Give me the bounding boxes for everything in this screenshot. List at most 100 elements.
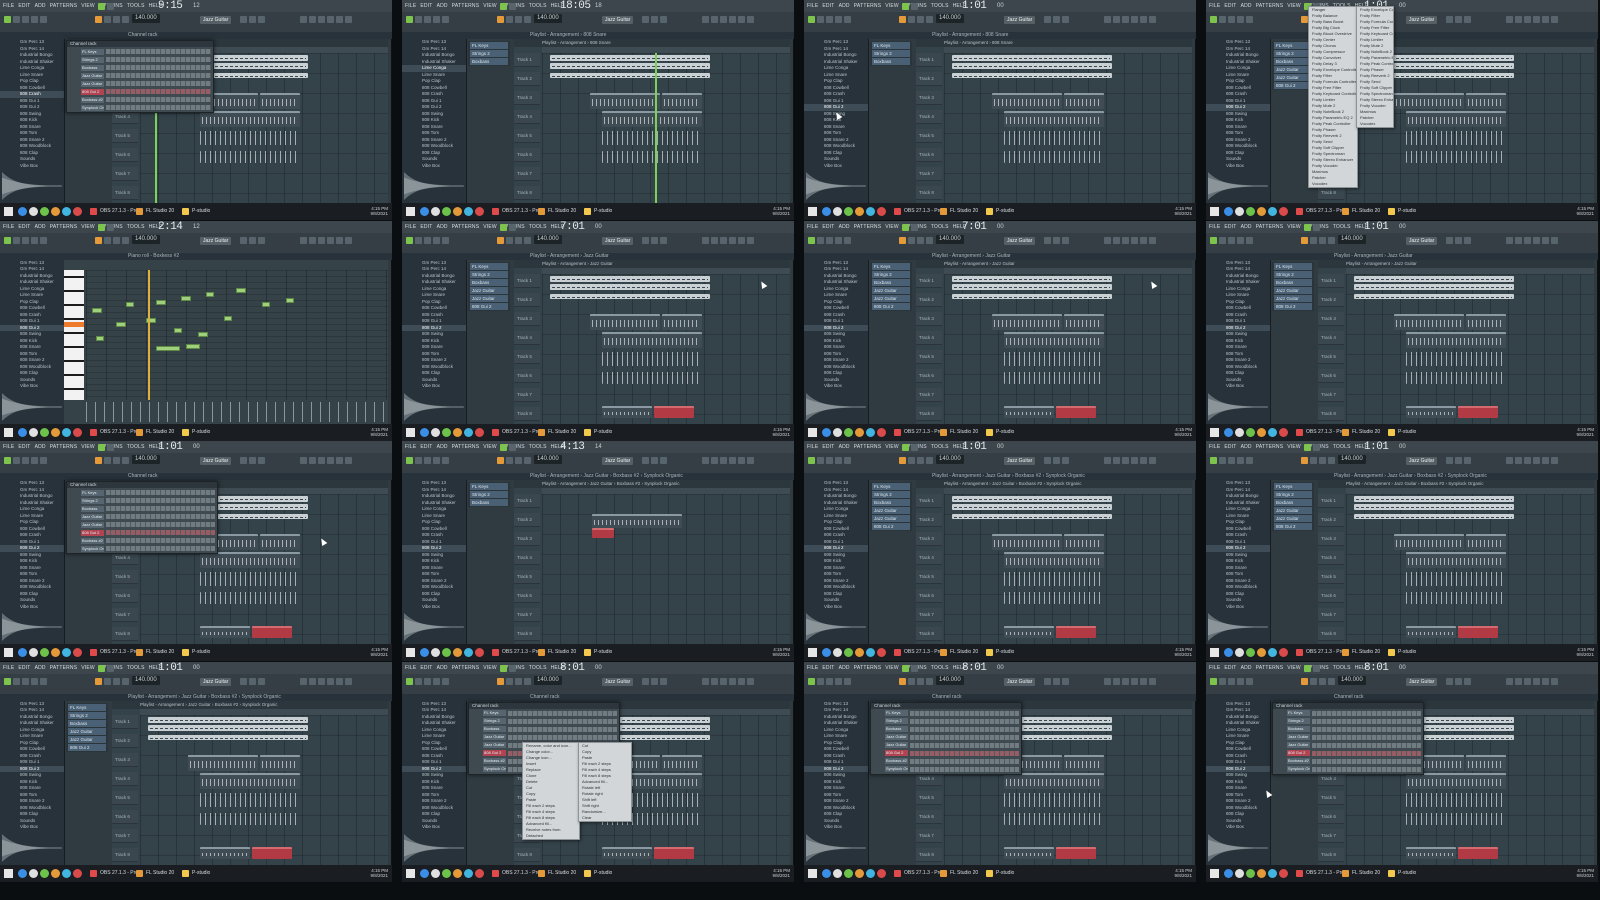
stop-button-icon[interactable] <box>509 664 516 672</box>
picker-pattern-item[interactable]: Jazz Guitar <box>470 294 508 302</box>
play-button-icon[interactable] <box>500 223 507 231</box>
taskbar-window-button[interactable]: P-studio <box>1386 648 1416 657</box>
menu-item-edit[interactable]: EDIT <box>18 3 30 9</box>
taskbar-app-icon[interactable] <box>822 868 831 878</box>
playlist-lanes[interactable] <box>140 714 388 865</box>
toolbar-button-icon[interactable] <box>1062 677 1069 685</box>
pattern-clip-red[interactable] <box>592 528 614 538</box>
step-sequencer[interactable] <box>106 546 215 551</box>
track-header[interactable]: Track 6 <box>112 148 138 162</box>
step-sequencer[interactable] <box>106 81 211 86</box>
picker-pattern-item[interactable]: 808 Gui 2 <box>872 523 910 530</box>
pattern-clip[interactable] <box>1004 131 1104 145</box>
pattern-clip-red[interactable] <box>252 626 292 638</box>
stop-button-icon[interactable] <box>911 223 918 231</box>
track-header[interactable]: Track 6 <box>514 589 540 603</box>
taskbar-app-icon[interactable] <box>855 648 864 657</box>
toolbar-button-icon[interactable] <box>433 457 440 464</box>
picker-pattern-item[interactable]: Strings 2 <box>470 270 508 278</box>
taskbar-app-icon[interactable] <box>62 207 71 216</box>
pattern-clip[interactable] <box>602 331 702 348</box>
menu-item-add[interactable]: ADD <box>839 665 850 671</box>
toolbar-button-icon[interactable] <box>1122 236 1129 244</box>
play-button-icon[interactable] <box>98 223 105 231</box>
picker-pattern-item[interactable]: Jazz Guitar <box>1274 286 1312 294</box>
midi-note[interactable] <box>236 287 246 293</box>
picker-pattern-item[interactable]: Jazz Guitar <box>68 727 106 735</box>
track-header[interactable]: Track 7 <box>916 167 942 181</box>
taskbar-app-icon[interactable] <box>822 648 831 657</box>
toolbar-button-icon[interactable] <box>4 16 11 23</box>
taskbar-app-icon[interactable] <box>1224 648 1233 657</box>
track-header[interactable]: Track 7 <box>112 828 138 843</box>
menu-item-add[interactable]: ADD <box>437 3 448 9</box>
toolbar-button-icon[interactable] <box>1149 457 1156 464</box>
toolbar-button-icon[interactable] <box>249 236 256 244</box>
channel-name-button[interactable]: Jazz Guitar <box>885 742 908 748</box>
menu-item-view[interactable]: VIEW <box>1287 444 1301 450</box>
menu-item-patterns[interactable]: PATTERNS <box>854 444 882 450</box>
windows-start-icon[interactable] <box>4 868 13 878</box>
taskbar-window-button[interactable]: FL Studio 20 <box>536 648 576 657</box>
menu-item-view[interactable]: VIEW <box>1287 3 1301 9</box>
toolbar-button-icon[interactable] <box>258 457 265 464</box>
taskbar-app-icon[interactable] <box>29 427 38 437</box>
pattern-clip[interactable] <box>1406 792 1506 807</box>
taskbar-window-button[interactable]: P-studio <box>582 207 612 216</box>
track-header[interactable]: Track 5 <box>916 129 942 143</box>
menu-item-view[interactable]: VIEW <box>81 224 95 230</box>
toolbar-button-icon[interactable] <box>318 457 325 464</box>
pattern-clip[interactable] <box>200 626 250 638</box>
toolbar-button-icon[interactable] <box>835 236 842 244</box>
picker-pattern-item[interactable]: FL Keys <box>872 42 910 49</box>
pattern-clip-red[interactable] <box>1458 405 1498 418</box>
track-header[interactable]: Track 5 <box>916 570 942 584</box>
taskbar-app-icon[interactable] <box>18 207 27 216</box>
midi-note[interactable] <box>206 291 214 297</box>
menu-item-patterns[interactable]: PATTERNS <box>1256 3 1284 9</box>
track-header[interactable]: Track 8 <box>514 627 540 641</box>
toolbar-button-icon[interactable] <box>1219 16 1226 23</box>
pattern-clip[interactable] <box>662 754 702 771</box>
channel-name-button[interactable]: FL Keys <box>483 710 506 716</box>
toolbar-button-icon[interactable] <box>327 457 334 464</box>
taskbar-app-icon[interactable] <box>1268 868 1277 878</box>
taskbar-app-icon[interactable] <box>877 207 886 216</box>
pattern-clip[interactable] <box>550 63 710 69</box>
picker-pattern-item[interactable]: 808 Gui 2 <box>68 743 106 751</box>
pattern-clip[interactable] <box>602 111 702 127</box>
toolbar-button-icon[interactable] <box>13 677 20 685</box>
pattern-clip[interactable] <box>1004 552 1104 568</box>
track-header[interactable]: Track 5 <box>1318 570 1344 584</box>
toolbar-button-icon[interactable] <box>442 677 449 685</box>
picker-pattern-item[interactable]: Strings 2 <box>1274 491 1312 498</box>
taskbar-app-icon[interactable] <box>866 207 875 216</box>
menu-item-add[interactable]: ADD <box>839 224 850 230</box>
toolbar-button-icon[interactable] <box>1533 16 1540 23</box>
pattern-clip[interactable] <box>550 283 710 290</box>
taskbar-app-icon[interactable] <box>18 427 27 437</box>
toolbar-button-icon[interactable] <box>506 677 513 685</box>
pattern-selector[interactable]: Jazz Guitar <box>602 457 634 465</box>
toolbar-button-icon[interactable] <box>506 457 513 464</box>
toolbar-button-icon[interactable] <box>40 16 47 23</box>
menu-item-view[interactable]: VIEW <box>81 665 95 671</box>
picker-pattern-item[interactable]: FL Keys <box>470 483 508 490</box>
taskbar-window-button[interactable]: P-studio <box>1386 207 1416 216</box>
pattern-clip[interactable] <box>952 283 1112 290</box>
taskbar-app-icon[interactable] <box>1257 648 1266 657</box>
track-header[interactable]: Track 1 <box>1318 494 1344 508</box>
toolbar-button-icon[interactable] <box>249 677 256 685</box>
menu-item-patterns[interactable]: PATTERNS <box>1256 224 1284 230</box>
toolbar-button-icon[interactable] <box>1328 677 1335 685</box>
step-sequencer[interactable] <box>1312 734 1421 740</box>
taskbar-app-icon[interactable] <box>442 207 451 216</box>
track-header[interactable]: Track 7 <box>916 608 942 622</box>
track-header[interactable]: Track 3 <box>1318 532 1344 546</box>
play-button-icon[interactable] <box>500 3 507 10</box>
play-button-icon[interactable] <box>902 664 909 672</box>
stop-button-icon[interactable] <box>1313 444 1320 451</box>
pattern-clip[interactable] <box>602 351 702 366</box>
pattern-clip[interactable] <box>1406 552 1506 568</box>
toolbar-button-icon[interactable] <box>917 457 924 464</box>
